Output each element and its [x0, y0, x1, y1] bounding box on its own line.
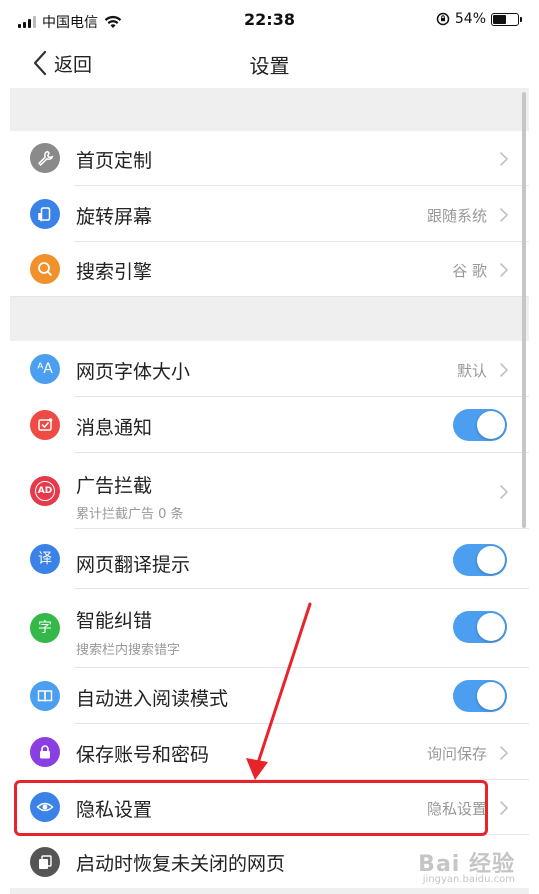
- row-value: 默认: [456, 362, 487, 380]
- row-label: 搜索引擎: [76, 261, 153, 283]
- row-value: 跟随系统: [426, 207, 487, 225]
- notification-toggle[interactable]: [453, 409, 507, 441]
- row-value: 隐私设置: [426, 800, 487, 818]
- lock-icon: [30, 737, 60, 767]
- row-label: 保存账号和密码: [76, 744, 210, 766]
- chevron-right-icon: [500, 152, 508, 166]
- chevron-right-icon: [500, 363, 508, 377]
- navigation-bar: 返回 设置: [10, 40, 529, 88]
- notification-icon: [30, 410, 60, 440]
- settings-row-reader-mode[interactable]: 自动进入阅读模式: [10, 668, 529, 724]
- chevron-right-icon: [500, 801, 508, 815]
- settings-row-ad-block[interactable]: AD 广告拦截 累计拦截广告 0 条: [10, 453, 529, 529]
- settings-row-search-engine[interactable]: 搜索引擎 谷 歌: [10, 242, 529, 297]
- settings-row-homepage[interactable]: 首页定制: [10, 131, 529, 186]
- pages-icon: [30, 847, 60, 877]
- settings-row-notifications[interactable]: 消息通知: [10, 397, 529, 453]
- row-label: 启动时恢复未关闭的网页: [76, 853, 286, 875]
- font-size-icon: ᴬA: [30, 354, 60, 384]
- row-label: 网页翻译提示: [76, 554, 191, 576]
- row-label: 网页字体大小: [76, 361, 191, 383]
- status-bar: 中国电信 22:38 54%: [10, 0, 529, 40]
- search-icon: [30, 254, 60, 284]
- row-value: 谷 歌: [452, 262, 487, 280]
- row-label: 旋转屏幕: [76, 206, 153, 228]
- settings-row-save-password[interactable]: 保存账号和密码 询问保存: [10, 724, 529, 780]
- chevron-right-icon: [500, 746, 508, 760]
- row-label: 隐私设置: [76, 799, 153, 821]
- chevron-right-icon: [500, 485, 508, 499]
- row-subtitle: 搜索栏内搜索错字: [76, 643, 181, 658]
- spellcheck-toggle[interactable]: [453, 611, 507, 643]
- row-label: 智能纠错: [76, 610, 153, 632]
- ad-block-icon: AD: [30, 476, 60, 506]
- settings-row-font-size[interactable]: ᴬA 网页字体大小 默认: [10, 341, 529, 397]
- rotation-lock-icon: [436, 12, 450, 26]
- wrench-icon: [30, 143, 60, 173]
- settings-screen: 中国电信 22:38 54% 返回 设置 首页定制 旋转屏幕 跟随系统 搜索引擎…: [10, 0, 529, 894]
- translate-toggle[interactable]: [453, 544, 507, 576]
- chevron-right-icon: [500, 208, 508, 222]
- translate-icon: 译: [30, 544, 60, 574]
- eye-icon: [30, 792, 60, 822]
- row-subtitle: 累计拦截广告 0 条: [76, 507, 184, 522]
- settings-row-rotate[interactable]: 旋转屏幕 跟随系统: [10, 186, 529, 242]
- row-value: 询问保存: [426, 745, 487, 763]
- row-label: 自动进入阅读模式: [76, 688, 229, 710]
- rotate-screen-icon: [30, 199, 60, 229]
- watermark-url: jingyan.baidu.com: [422, 874, 515, 885]
- spellcheck-icon: 字: [30, 613, 60, 643]
- battery-percent: 54%: [454, 11, 486, 27]
- book-icon: [30, 681, 60, 711]
- scrollbar[interactable]: [522, 92, 526, 528]
- section-divider: [10, 88, 529, 131]
- settings-row-translate[interactable]: 译 网页翻译提示: [10, 529, 529, 589]
- battery-icon: [491, 12, 522, 26]
- page-title: 设置: [249, 54, 290, 78]
- reader-mode-toggle[interactable]: [453, 680, 507, 712]
- row-label: 广告拦截: [76, 475, 153, 497]
- row-label: 消息通知: [76, 417, 153, 439]
- row-label: 首页定制: [76, 150, 153, 172]
- section-divider: [10, 297, 529, 341]
- chevron-right-icon: [500, 263, 508, 277]
- settings-row-privacy[interactable]: 隐私设置 隐私设置: [10, 780, 529, 835]
- settings-row-spellcheck[interactable]: 字 智能纠错 搜索栏内搜索错字: [10, 589, 529, 668]
